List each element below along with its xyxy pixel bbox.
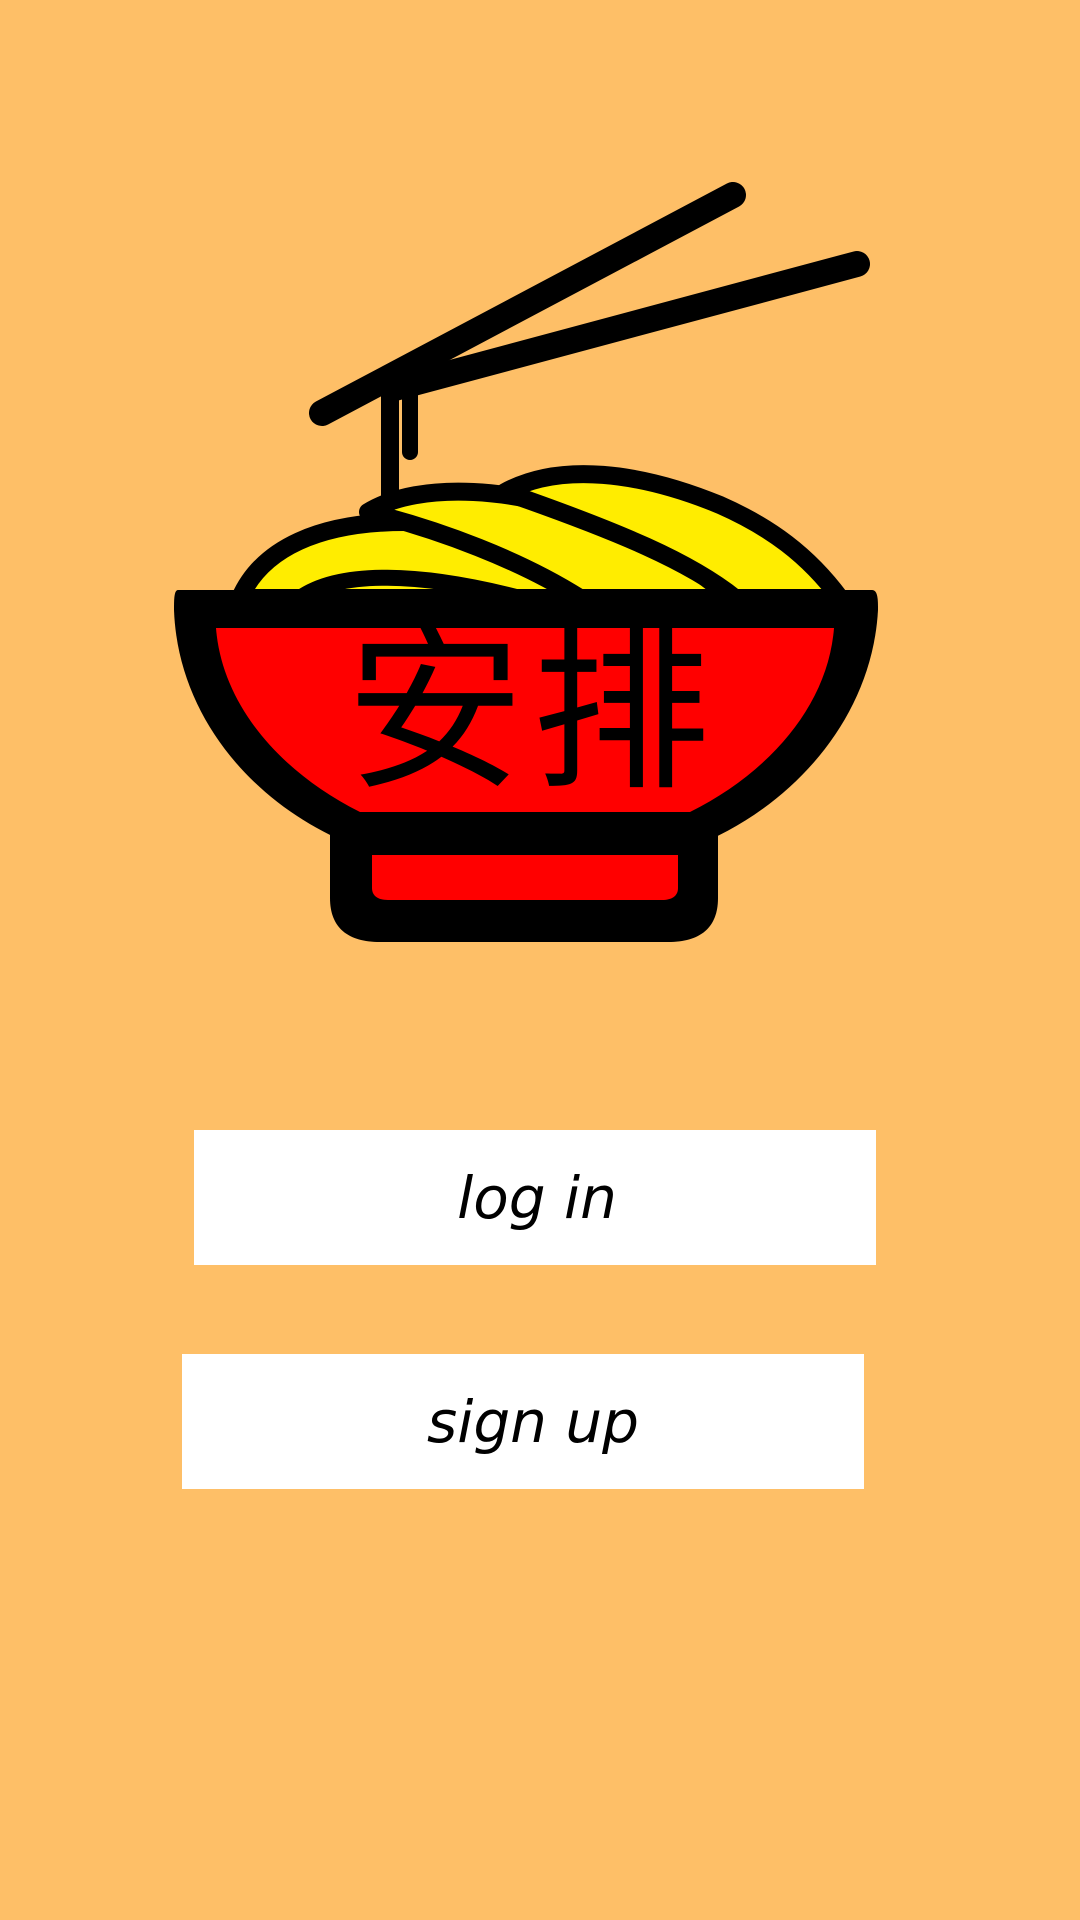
signup-button-label: sign up xyxy=(427,1387,639,1456)
login-button[interactable]: log in xyxy=(194,1130,876,1265)
login-button-label: log in xyxy=(457,1163,617,1232)
noodles-icon xyxy=(231,465,849,607)
noodle-bowl-icon xyxy=(174,182,878,942)
welcome-screen: 安排 log in sign up xyxy=(0,0,1080,1920)
signup-button[interactable]: sign up xyxy=(182,1354,864,1489)
chopsticks-icon xyxy=(309,182,870,509)
logo-text: 安排 xyxy=(346,608,718,815)
app-logo: 安排 xyxy=(0,0,1080,1000)
